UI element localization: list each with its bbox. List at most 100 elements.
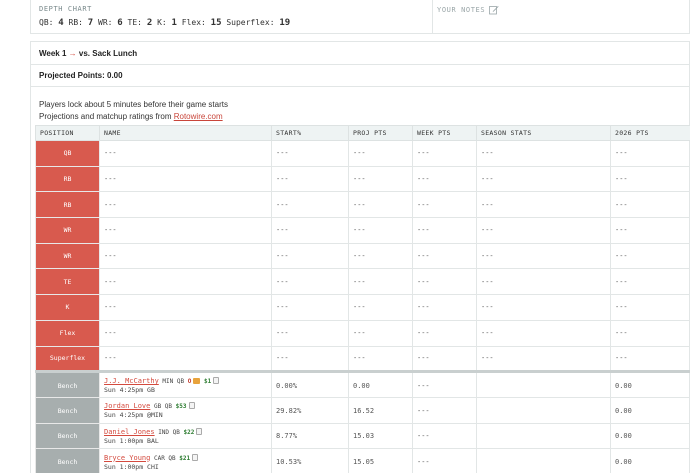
column-header[interactable]: PROJ PTS (348, 125, 413, 141)
projection-source-text: Projections and matchup ratings from (39, 112, 174, 121)
notes-doc-icon[interactable] (192, 453, 199, 461)
start-pct-cell: 29.82% (271, 396, 349, 424)
player-name-cell[interactable]: --- (99, 217, 272, 244)
player-name-link[interactable]: Jordan Love (104, 402, 150, 410)
position-slot[interactable]: Flex (35, 319, 100, 347)
pts-2026-cell: --- (610, 165, 690, 193)
proj-pts-cell: --- (348, 191, 413, 219)
edit-icon[interactable] (489, 5, 499, 15)
position-slot[interactable]: K (35, 294, 100, 321)
player-name-cell: Daniel Jones IND QB $22 Sun 1:00pm BAL (99, 422, 272, 450)
week-pts-cell: --- (412, 165, 477, 193)
season-stats-cell: --- (476, 191, 611, 219)
player-name-cell[interactable]: --- (99, 294, 272, 321)
projected-points: Projected Points: 0.00 (31, 65, 689, 87)
pts-2026-cell: 0.00 (610, 370, 690, 398)
column-header[interactable]: POSITION (35, 125, 100, 141)
position-slot[interactable]: RB (35, 191, 100, 219)
depth-count-value: 4 (58, 18, 64, 28)
player-line: J.J. McCarthy MIN QB O $1 (104, 377, 271, 385)
table-row: WR --- --- --- --- --- --- (35, 217, 690, 244)
player-name-cell: J.J. McCarthy MIN QB O $1 Sun 4:25pm GB (99, 370, 272, 398)
player-name-cell[interactable]: --- (99, 140, 272, 167)
week-pts-cell: --- (412, 294, 477, 321)
pts-2026-cell: --- (610, 319, 690, 347)
depth-count-label: TE: (127, 18, 147, 27)
arrow-right-icon: → (68, 49, 77, 58)
position-slot[interactable]: Superflex (35, 345, 100, 373)
column-header[interactable]: NAME (99, 125, 272, 141)
week-pts-cell: --- (412, 319, 477, 347)
lineup-table: POSITION NAME START% PROJ PTS WEEK PTS SEASON… (35, 125, 690, 473)
lineup-info: Players lock about 5 minutes before thei… (31, 87, 689, 125)
position-slot[interactable]: WR (35, 242, 100, 270)
proj-pts-cell: --- (348, 268, 413, 296)
proj-pts-cell: 15.03 (348, 422, 413, 450)
player-name-cell: Jordan Love GB QB $53 Sun 4:25pm @MIN (99, 396, 272, 424)
player-name-cell[interactable]: --- (99, 319, 272, 347)
table-row: TE --- --- --- --- --- --- (35, 268, 690, 296)
table-row: Superflex --- --- --- --- --- --- (35, 345, 690, 373)
position-slot[interactable]: WR (35, 217, 100, 244)
lock-notice: Players lock about 5 minutes before thei… (39, 100, 228, 109)
player-name-cell[interactable]: --- (99, 165, 272, 193)
pts-2026-cell: 0.00 (610, 448, 690, 473)
notes-header[interactable]: YOUR NOTES (437, 5, 689, 15)
player-name-link[interactable]: Bryce Young (104, 454, 150, 462)
week-pts-cell: --- (412, 268, 477, 296)
news-icon[interactable] (193, 378, 201, 385)
column-header[interactable]: 2026 PTS (610, 125, 690, 141)
proj-pts-cell: --- (348, 217, 413, 244)
player-line: Jordan Love GB QB $53 (104, 402, 271, 410)
bench-slot[interactable]: Bench (35, 422, 100, 450)
week-pts-cell: --- (412, 370, 477, 398)
bench-slot[interactable]: Bench (35, 396, 100, 424)
depth-count-value: 15 (210, 18, 222, 28)
salary: $1 (203, 378, 212, 386)
rotowire-link[interactable]: Rotowire.com (174, 112, 223, 121)
notes-doc-icon[interactable] (213, 377, 220, 385)
season-stats-cell (476, 448, 611, 473)
week-pts-cell: --- (412, 217, 477, 244)
column-header[interactable]: START% (271, 125, 349, 141)
season-stats-cell (476, 370, 611, 398)
depth-chart-counts: QB: 4 RB: 7 WR: 6 TE: 2 K: 1 Flex: 15 Su… (39, 18, 432, 28)
table-row: Bench Bryce Young CAR QB $21 Sun 1:00pm CH… (35, 448, 690, 473)
bench-slot[interactable]: Bench (35, 448, 100, 473)
week-pts-cell: --- (412, 448, 477, 473)
table-row: Flex --- --- --- --- --- --- (35, 319, 690, 347)
start-pct-cell: 10.53% (271, 448, 349, 473)
player-name-link[interactable]: Daniel Jones (104, 428, 155, 436)
lineup-panel: Week 1 → vs. Sack Lunch Projected Points… (30, 41, 690, 473)
season-stats-cell: --- (476, 165, 611, 193)
season-stats-cell (476, 396, 611, 424)
notes-doc-icon[interactable] (196, 427, 203, 435)
position-slot[interactable]: QB (35, 140, 100, 167)
player-name-cell[interactable]: --- (99, 268, 272, 296)
proj-pts-cell: 0.00 (348, 370, 413, 398)
table-row: RB --- --- --- --- --- --- (35, 191, 690, 219)
depth-count-label: RB: (68, 18, 88, 27)
position-slot[interactable]: TE (35, 268, 100, 296)
notes-doc-icon[interactable] (188, 402, 195, 410)
pts-2026-cell: --- (610, 242, 690, 270)
position-slot[interactable]: RB (35, 165, 100, 193)
season-stats-cell: --- (476, 294, 611, 321)
column-header[interactable]: SEASON STATS (476, 125, 611, 141)
week-pts-cell: --- (412, 422, 477, 450)
table-row: Bench Daniel Jones IND QB $22 Sun 1:00pm B… (35, 422, 690, 450)
player-name-cell[interactable]: --- (99, 191, 272, 219)
proj-pts-cell: --- (348, 140, 413, 167)
depth-count-value: 19 (279, 18, 291, 28)
game-info: Sun 4:25pm @MIN (104, 411, 163, 420)
player-name-link[interactable]: J.J. McCarthy (104, 377, 159, 385)
bench-slot[interactable]: Bench (35, 370, 100, 398)
column-header[interactable]: WEEK PTS (412, 125, 477, 141)
player-meta: IND QB $22 (155, 427, 203, 436)
player-name-cell[interactable]: --- (99, 242, 272, 270)
start-pct-cell: --- (271, 319, 349, 347)
player-name-cell[interactable]: --- (99, 345, 272, 373)
season-stats-cell: --- (476, 268, 611, 296)
depth-count-value: 1 (171, 18, 177, 28)
proj-pts-cell: --- (348, 294, 413, 321)
